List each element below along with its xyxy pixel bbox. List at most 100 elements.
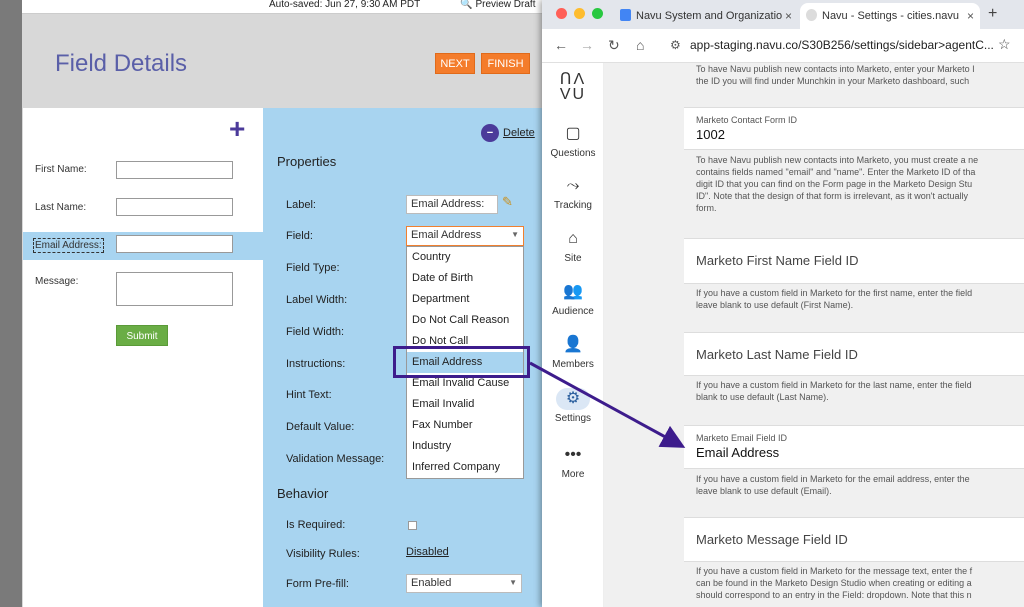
logo-top: ՈΛ [559, 71, 587, 88]
is-required-checkbox[interactable] [408, 521, 417, 530]
home-icon: ⌂ [568, 230, 578, 247]
page-title: Field Details [55, 50, 188, 77]
dropdown-option[interactable]: Date of Birth [407, 268, 523, 289]
close-window-icon[interactable] [556, 8, 567, 19]
dropdown-option[interactable]: Fax Number [407, 415, 523, 436]
add-field-icon[interactable]: + [229, 115, 245, 143]
dropdown-option[interactable]: Industry [407, 436, 523, 457]
field-label: Marketo Contact Form ID [696, 115, 798, 125]
preview-draft-button[interactable]: 🔍 Preview Draft [460, 0, 535, 10]
behavior-heading: Behavior [277, 486, 329, 501]
minimize-window-icon[interactable] [574, 8, 585, 19]
first-name-label: First Name: [35, 164, 87, 175]
field-label: Field: [286, 230, 313, 242]
munchkin-help: To have Navu publish new contacts into M… [684, 63, 1024, 87]
is-required-label: Is Required: [286, 519, 346, 531]
first-name-input[interactable] [116, 161, 233, 179]
globe-icon [806, 9, 817, 21]
submit-button[interactable]: Submit [116, 325, 168, 346]
nav-item-settings[interactable]: ⚙ Settings [542, 388, 604, 424]
back-icon[interactable]: ← [554, 37, 568, 53]
hint-text-label: Hint Text: [286, 389, 332, 401]
gear-icon: ⚙ [556, 388, 590, 410]
last-name-field[interactable]: Marketo Last Name Field ID [684, 332, 1024, 376]
reload-icon[interactable]: ↻ [608, 37, 620, 54]
marketo-window: Auto-saved: Jun 27, 9:30 AM PDT 🔍 Preview… [22, 0, 552, 607]
nav-label: More [561, 469, 585, 480]
preview-label: Preview Draft [475, 0, 536, 10]
help-line: leave blank to use default (Email). [696, 486, 832, 496]
visibility-rules-link[interactable]: Disabled [406, 546, 449, 558]
nav-item-members[interactable]: 👤 Members [542, 334, 604, 370]
pencil-icon[interactable]: ✎ [502, 194, 513, 210]
maximize-window-icon[interactable] [592, 8, 603, 19]
close-icon[interactable]: × [785, 6, 792, 26]
close-icon[interactable]: × [967, 6, 974, 26]
address-bar[interactable]: app-staging.navu.co/S30B256/settings/sid… [690, 38, 994, 52]
delete-button[interactable]: − Delete [481, 124, 535, 142]
nav-item-questions[interactable]: ▢ Questions [542, 123, 604, 159]
help-line: If you have a custom field in Marketo fo… [696, 566, 973, 576]
nav-label: Settings [554, 413, 592, 424]
bookmark-star-icon[interactable]: ☆ [998, 36, 1011, 53]
field-label: Marketo Email Field ID [696, 433, 788, 443]
autosave-status: Auto-saved: Jun 27, 9:30 AM PDT [269, 0, 421, 10]
site-info-icon[interactable]: ⚙ [670, 38, 681, 52]
nav-item-tracking[interactable]: ⤳ Tracking [542, 175, 604, 211]
label-input[interactable]: Email Address: [406, 195, 498, 214]
tab-title: Navu - Settings - cities.navu [822, 10, 959, 22]
last-name-input[interactable] [116, 198, 233, 216]
help-line: should correspond to an entry in the Fie… [696, 590, 972, 600]
dropdown-option[interactable]: Email Invalid [407, 394, 523, 415]
form-prefill-value: Enabled [411, 577, 452, 589]
email-help: If you have a custom field in Marketo fo… [684, 473, 1024, 497]
browser-window: Navu System and Organizatio × Navu - Set… [542, 0, 1024, 607]
highlight-box [393, 346, 530, 378]
help-line: form. [696, 203, 717, 213]
nav-label: Site [564, 253, 582, 264]
help-line: digit ID that you can find on the Form p… [696, 179, 973, 189]
help-line: can be found in the Marketo Design Studi… [696, 578, 972, 588]
email-address-label: Email Address: [33, 238, 104, 253]
people-icon: 👥 [563, 283, 583, 300]
help-line: If you have a custom field in Marketo fo… [696, 474, 970, 484]
dropdown-option[interactable]: Department [407, 289, 523, 310]
browser-toolbar: ← → ↻ ⌂ ⚙ app-staging.navu.co/S30B256/se… [542, 29, 1024, 63]
tab-navu-settings[interactable]: Navu - Settings - cities.navu × [800, 3, 980, 29]
message-field[interactable]: Marketo Message Field ID [684, 517, 1024, 562]
help-line: contains fields named "email" and "name"… [696, 167, 976, 177]
minus-circle-icon: − [481, 124, 499, 142]
form-prefill-select[interactable]: Enabled ▼ [406, 574, 522, 593]
message-label: Message: [35, 276, 79, 287]
last-name-help: If you have a custom field in Marketo fo… [684, 379, 1024, 403]
nav-label: Tracking [554, 200, 592, 211]
help-line: the ID you will find under Munchkin in y… [696, 76, 970, 86]
chevron-down-icon: ▼ [509, 578, 517, 587]
message-textarea[interactable] [116, 272, 233, 306]
next-button[interactable]: NEXT [435, 53, 475, 74]
navu-sidebar: ՈΛ VU ▢ Questions ⤳ Tracking ⌂ Site 👥 Audience 👤 M… [542, 63, 604, 607]
dropdown-option[interactable]: Country [407, 247, 523, 268]
more-icon: ••• [564, 446, 582, 463]
dropdown-option[interactable]: Do Not Call Reason [407, 310, 523, 331]
first-name-field[interactable]: Marketo First Name Field ID [684, 238, 1024, 284]
field-select[interactable]: Email Address ▼ [406, 226, 524, 246]
dropdown-option[interactable]: Inferred Company [407, 457, 523, 478]
home-icon[interactable]: ⌂ [636, 37, 644, 53]
nav-item-more[interactable]: ••• More [542, 444, 604, 480]
email-address-input[interactable] [116, 235, 233, 253]
new-tab-icon[interactable]: + [988, 5, 997, 23]
contact-form-id-field[interactable]: Marketo Contact Form ID 1002 [684, 107, 1024, 150]
email-field[interactable]: Marketo Email Field ID Email Address [684, 425, 1024, 469]
marketo-topbar: Auto-saved: Jun 27, 9:30 AM PDT 🔍 Preview… [22, 0, 552, 14]
tab-navu-docs[interactable]: Navu System and Organizatio × [614, 3, 798, 29]
help-line: To have Navu publish new contacts into M… [696, 155, 979, 165]
finish-button[interactable]: FINISH [481, 53, 530, 74]
label-label: Label: [286, 199, 316, 211]
first-name-help: If you have a custom field in Marketo fo… [684, 287, 1024, 311]
tab-title: Navu System and Organizatio [636, 10, 783, 22]
nav-item-audience[interactable]: 👥 Audience [542, 281, 604, 317]
nav-item-site[interactable]: ⌂ Site [542, 228, 604, 264]
forward-icon[interactable]: → [580, 37, 594, 53]
settings-content: To have Navu publish new contacts into M… [604, 63, 1024, 607]
